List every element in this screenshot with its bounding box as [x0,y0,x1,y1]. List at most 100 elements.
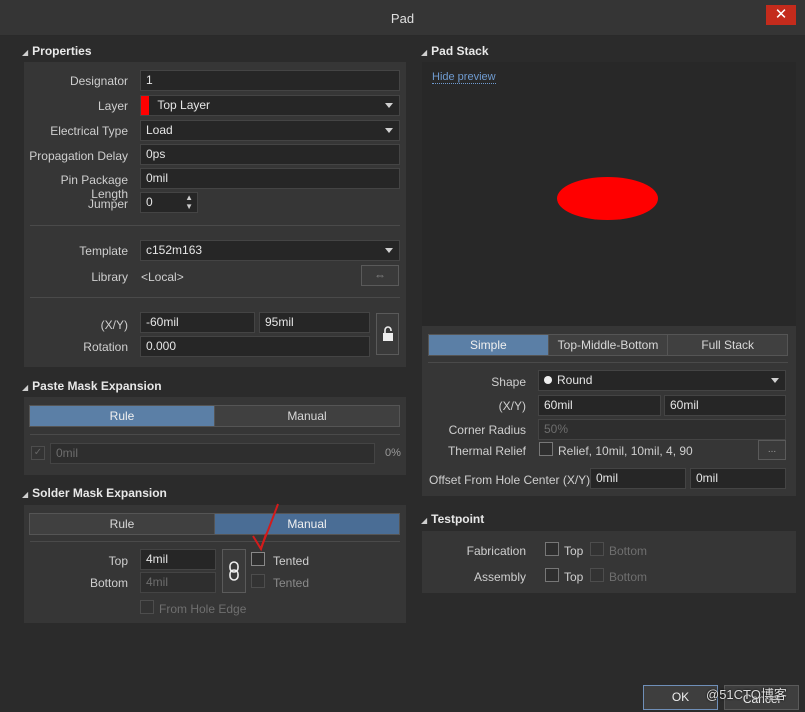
thermal-relief-more-button[interactable]: ... [758,440,786,460]
solder-bottom-label: Bottom [89,576,128,590]
jumper-stepper[interactable]: 0 ▲ ▼ [140,192,198,213]
link-toggle-button[interactable] [222,549,246,593]
solder-mask-tab-manual[interactable]: Manual [215,514,399,534]
tented-bottom-label: Tented [273,576,310,590]
pad-stack-tab-full-stack[interactable]: Full Stack [668,335,787,355]
propagation-delay-label: Propagation Delay [29,149,128,163]
testpoint-header[interactable]: ◢ Testpoint [421,512,484,526]
layer-label: Layer [97,99,128,113]
solder-mask-header[interactable]: ◢ Solder Mask Expansion [22,486,167,500]
chevron-down-icon [385,103,393,108]
from-hole-edge-label: From Hole Edge [159,602,247,616]
paste-mask-input[interactable]: 0mil [50,443,375,464]
tented-bottom-checkbox[interactable] [251,574,265,588]
link-icon[interactable]: ⇔ [361,265,399,286]
pad-stack-tab-simple[interactable]: Simple [429,335,549,355]
shape-select[interactable]: Round [538,370,786,391]
chevron-down-icon [385,248,393,253]
thermal-relief-label: Thermal Relief [447,444,526,458]
xy-label: (X/Y) [100,318,128,332]
offset-label: Offset From Hole Center (X/Y) [429,473,591,487]
solder-mask-heading: Solder Mask Expansion [32,486,167,500]
fabrication-label: Fabrication [466,544,526,558]
fabrication-bottom-label: Bottom [609,544,648,558]
designator-input[interactable]: 1 [140,70,400,91]
rotation-label: Rotation [83,340,128,354]
thermal-relief-checkbox[interactable] [539,442,553,456]
collapse-triangle-icon: ◢ [421,516,428,525]
properties-heading: Properties [32,44,92,58]
fabrication-bottom-checkbox[interactable] [590,542,604,556]
collapse-triangle-icon: ◢ [421,48,428,57]
offset-y-input[interactable]: 0mil [690,468,786,489]
x-input[interactable]: -60mil [140,312,255,333]
stepper-arrows-icon[interactable]: ▲ ▼ [185,193,193,211]
divider [30,541,400,542]
assembly-bottom-label: Bottom [609,570,648,584]
corner-radius-label: Corner Radius [448,423,526,437]
electrical-type-value: Load [146,123,173,137]
pad-x-input[interactable]: 60mil [538,395,661,416]
paste-mask-percent: 0% [385,447,401,459]
window-title: Pad [390,11,415,26]
tented-top-checkbox[interactable] [251,552,265,566]
layer-select[interactable]: Top Layer [140,95,400,116]
template-select[interactable]: c152m163 [140,240,400,261]
pad-y-input[interactable]: 60mil [664,395,786,416]
solder-top-label: Top [108,554,128,568]
jumper-label: Jumper [87,197,128,211]
pad-stack-header[interactable]: ◢ Pad Stack [421,44,489,58]
assembly-top-checkbox[interactable] [545,568,559,582]
rotation-input[interactable]: 0.000 [140,336,370,357]
divider [30,434,400,435]
pad-stack-tab-top-middle-bottom[interactable]: Top-Middle-Bottom [549,335,669,355]
solder-mask-tabs: Rule Manual [29,513,400,535]
offset-x-input[interactable]: 0mil [590,468,686,489]
lock-button[interactable] [376,313,399,355]
electrical-type-select[interactable]: Load [140,120,400,141]
paste-mask-tab-manual[interactable]: Manual [215,406,399,426]
layer-value: Top Layer [157,98,211,112]
solder-bottom-input[interactable]: 4mil [140,572,216,593]
solder-mask-tab-rule[interactable]: Rule [30,514,215,534]
corner-radius-input[interactable]: 50% [538,419,786,440]
properties-header[interactable]: ◢ Properties [22,44,92,58]
round-shape-icon [544,376,552,384]
template-value: c152m163 [146,243,203,257]
chevron-down-icon [771,378,779,383]
propagation-delay-input[interactable]: 0ps [140,144,400,165]
paste-mask-heading: Paste Mask Expansion [32,379,162,393]
solder-top-input[interactable]: 4mil [140,549,216,570]
tented-top-label: Tented [273,554,310,568]
divider [428,362,788,363]
thermal-relief-value: Relief, 10mil, 10mil, 4, 90 [558,444,693,458]
pad-shape-preview [557,177,658,220]
fabrication-top-checkbox[interactable] [545,542,559,556]
electrical-type-label: Electrical Type [50,124,128,138]
red-arrow-annotation [252,503,279,552]
paste-mask-tabs: Rule Manual [29,405,400,427]
testpoint-heading: Testpoint [431,512,485,526]
pin-package-length-input[interactable]: 0mil [140,168,400,189]
watermark: @51CTO博客 [706,687,787,702]
paste-mask-checkbox[interactable]: ✓ [31,446,45,460]
close-button[interactable]: ✕ [766,5,796,25]
paste-mask-tab-rule[interactable]: Rule [30,406,215,426]
divider [30,297,400,298]
divider [30,225,400,226]
template-label: Template [79,244,128,258]
y-input[interactable]: 95mil [259,312,370,333]
assembly-top-label: Top [564,570,584,584]
padlock-icon [382,326,393,341]
hide-preview-link[interactable]: Hide preview [432,71,496,84]
pad-stack-heading: Pad Stack [431,44,489,58]
paste-mask-header[interactable]: ◢ Paste Mask Expansion [22,379,162,393]
chain-link-icon [229,561,239,581]
fabrication-top-label: Top [564,544,584,558]
library-label: Library [91,270,128,284]
assembly-bottom-checkbox[interactable] [590,568,604,582]
pad-stack-tabs: Simple Top-Middle-Bottom Full Stack [428,334,788,356]
from-hole-edge-checkbox[interactable] [140,600,154,614]
chevron-down-icon [385,128,393,133]
collapse-triangle-icon: ◢ [22,383,29,392]
